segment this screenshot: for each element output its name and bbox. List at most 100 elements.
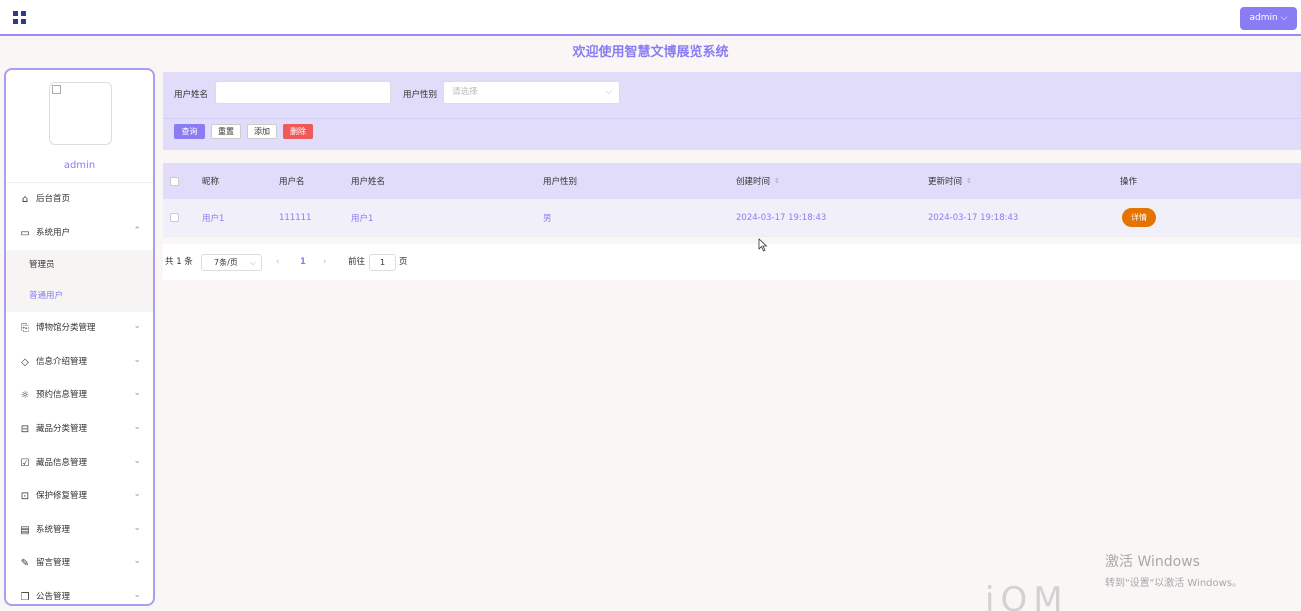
sidebar-item[interactable]: ❐ 公告管理 ⌄ [6,581,153,604]
name-input[interactable] [215,81,391,104]
sort-icon[interactable]: ⇕ [966,177,972,185]
column-header-sortable[interactable]: 创建时间 ⇕ [736,163,780,199]
cell-realname: 用户1 [351,213,374,224]
row-checkbox[interactable] [170,213,179,222]
gender-label: 用户性别 [403,90,438,100]
chevron-down-icon: ⌄ [133,421,141,432]
avatar [49,82,112,145]
sidebar-item-label: 藏品分类管理 [36,423,88,434]
chevron-down-icon: ⌵ [605,87,612,97]
cell-gender: 男 [543,213,552,224]
clipboard-icon: ☑ [20,457,30,469]
sidebar-item-label: 公告管理 [36,591,71,602]
page-size-select[interactable]: 7条/页 ⌵ [201,254,262,271]
page-size-value: 7条/页 [214,258,238,267]
inbox-icon: ⊟ [20,423,30,435]
sun-icon: ☼ [20,390,30,402]
column-header: 昵称 [202,177,220,187]
bookmark-icon: ⎘ [21,323,29,335]
chevron-down-icon: ⌄ [133,489,141,500]
sidebar-item[interactable]: ☑ 藏品信息管理 ⌄ [6,447,153,481]
search-divider [163,118,1301,119]
column-header-label: 创建时间 [736,177,771,187]
page-number-current[interactable]: 1 [300,244,306,280]
pagination: 共 1 条 7条/页 ⌵ ‹ 1 › 前往 1 页 [163,244,1301,280]
sidebar-subitem[interactable]: 管理员 [6,250,153,282]
edge-overlay-text: iOM [985,580,1069,611]
detail-button[interactable]: 详情 [1122,208,1156,227]
top-bar: admin ⌵ [0,0,1301,36]
add-button[interactable]: 添加 [247,124,277,139]
gender-select[interactable]: 请选择 ⌵ [443,81,620,104]
prev-page-button[interactable]: ‹ [276,244,279,280]
sidebar-item-label: 系统管理 [36,524,71,535]
page-suffix: 页 [399,257,408,267]
sidebar-item[interactable]: ✎ 留言管理 ⌄ [6,547,153,581]
chevron-down-icon: ⌄ [133,321,141,332]
copy-icon: ❐ [20,591,30,603]
paperclip-icon: ✎ [20,558,30,570]
select-all-checkbox[interactable] [170,176,179,186]
sidebar-item-label: 保护修复管理 [36,491,88,502]
users-table: 昵称 用户名 用户姓名 用户性别 创建时间 ⇕ 更新时间 ⇕ 操作 用户1 1111… [163,163,1301,237]
broken-image-icon [52,85,61,94]
watermark-line2: 转到"设置"以激活 Windows。 [1105,578,1243,589]
sidebar-item-label: 预约信息管理 [36,390,88,401]
sidebar-item-label: 博物馆分类管理 [36,323,96,334]
sidebar-item[interactable]: ▭ 系统用户 ⌃ [6,217,153,251]
sidebar: admin ⌂ 后台首页 ▭ 系统用户 ⌃ 管理员 普通用户 ⎘ 博物馆分类管理 ⌄ ◇ 信息介绍管理… [4,68,155,606]
chevron-down-icon: ⌄ [133,589,141,600]
column-header: 用户名 [279,177,305,187]
chevron-down-icon: ⌄ [133,388,141,399]
page-title: 欢迎使用智慧文博展览系统 [572,45,729,60]
monitor-icon: ▭ [20,227,30,239]
cell-username: 111111 [279,212,312,223]
home-icon: ⌂ [21,194,29,205]
chevron-down-icon: ⌵ [249,258,256,267]
sidebar-item[interactable]: ☼ 预约信息管理 ⌄ [6,379,153,413]
sort-icon[interactable]: ⇕ [774,177,780,185]
next-page-button[interactable]: › [323,244,326,280]
sidebar-item-label: 藏品信息管理 [36,457,88,468]
table-header: 昵称 用户名 用户姓名 用户性别 创建时间 ⇕ 更新时间 ⇕ 操作 [163,163,1301,199]
goto-label: 前往 [348,257,366,267]
box-icon: ▤ [20,524,30,536]
chevron-down-icon: ⌄ [133,556,141,567]
name-label: 用户姓名 [174,90,209,100]
column-header: 操作 [1120,177,1138,187]
goto-page-input[interactable]: 1 [369,254,396,271]
column-header-sortable[interactable]: 更新时间 ⇕ [928,163,972,199]
reset-button[interactable]: 重置 [211,124,241,139]
sidebar-item[interactable]: ⎘ 博物馆分类管理 ⌄ [6,312,153,346]
table-row: 用户1 111111 用户1 男 2024-03-17 19:18:43 202… [163,199,1301,237]
watermark-line1: 激活 Windows [1105,554,1200,570]
sidebar-item[interactable]: ⊡ 保护修复管理 ⌄ [6,480,153,514]
sidebar-item[interactable]: ⌂ 后台首页 [6,183,153,217]
sidebar-subitem[interactable]: 普通用户 [6,281,153,313]
search-panel: 用户姓名 用户性别 请选择 ⌵ 查询 重置 添加 删除 [163,72,1301,150]
sidebar-item[interactable]: ▤ 系统管理 ⌄ [6,514,153,548]
delete-button[interactable]: 删除 [283,124,313,139]
chevron-down-icon: ⌄ [133,354,141,365]
gender-select-placeholder: 请选择 [452,87,478,97]
column-header-label: 更新时间 [928,177,963,187]
profile-username: admin [63,160,96,171]
sidebar-item[interactable]: ◇ 信息介绍管理 ⌄ [6,346,153,380]
column-header: 用户姓名 [351,177,386,187]
chevron-up-icon: ⌃ [133,225,141,236]
pagination-total: 共 1 条 [165,257,193,267]
apps-grid-icon[interactable] [13,11,26,24]
sidebar-item[interactable]: ⊟ 藏品分类管理 ⌄ [6,413,153,447]
sidebar-item-label: 后台首页 [36,194,71,204]
admin-dropdown-button[interactable]: admin ⌵ [1240,7,1297,30]
tag-icon: ◇ [21,356,29,368]
chevron-down-icon: ⌄ [133,455,141,466]
sidebar-item-label: 留言管理 [36,558,71,569]
mouse-cursor-icon [758,238,768,252]
query-button[interactable]: 查询 [174,124,205,139]
sidebar-item-label: 系统用户 [36,227,71,238]
chevron-down-icon: ⌄ [133,522,141,533]
windows-activation-watermark: 激活 Windows 转到"设置"以激活 Windows。 [1105,551,1242,589]
cell-updated: 2024-03-17 19:18:43 [928,212,1019,223]
sidebar-menu: ⌂ 后台首页 ▭ 系统用户 ⌃ 管理员 普通用户 ⎘ 博物馆分类管理 ⌄ ◇ 信息介绍管理 ⌄ ☼ 预约信息… [6,183,153,604]
